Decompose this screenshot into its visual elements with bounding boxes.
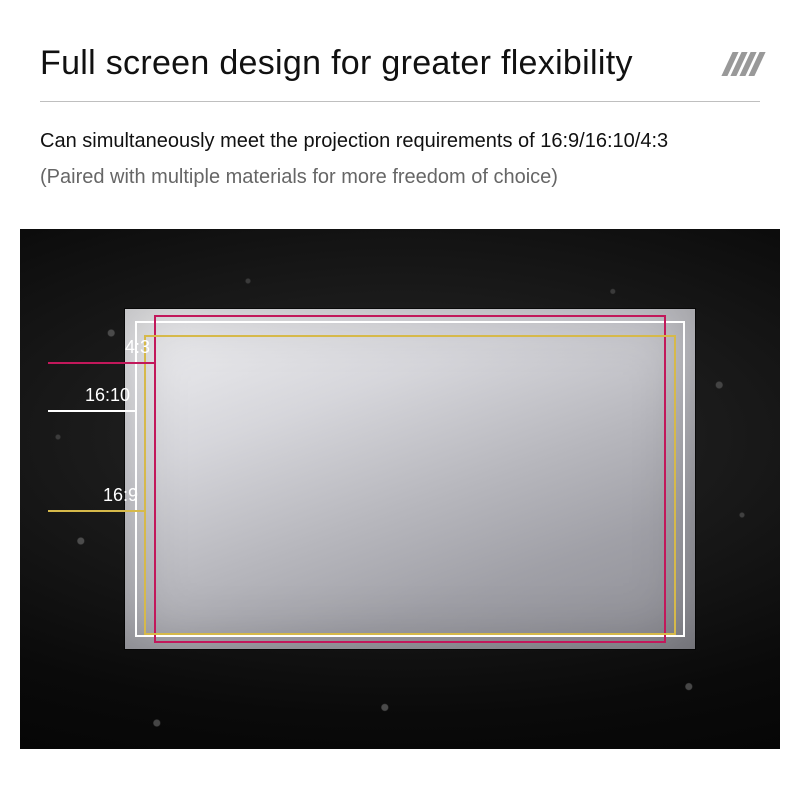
subtitle: Can simultaneously meet the projection r…: [40, 126, 760, 156]
figure: 4:3 16:10 16:9: [20, 229, 780, 749]
page: Full screen design for greater flexibili…: [0, 0, 800, 800]
page-title: Full screen design for greater flexibili…: [40, 44, 633, 83]
header-block: Full screen design for greater flexibili…: [0, 0, 800, 193]
figure-wrap: 4:3 16:10 16:9: [0, 193, 800, 800]
ratio-outline-16-9: [144, 335, 676, 635]
ratio-label-16-9: 16:9: [48, 485, 144, 512]
ratio-label-16-10: 16:10: [48, 385, 136, 412]
ratio-label-4-3: 4:3: [48, 337, 156, 364]
title-row: Full screen design for greater flexibili…: [40, 44, 760, 83]
subtitle-note: (Paired with multiple materials for more…: [40, 162, 760, 193]
slash-decoration-icon: [727, 52, 760, 76]
divider: [40, 101, 760, 102]
